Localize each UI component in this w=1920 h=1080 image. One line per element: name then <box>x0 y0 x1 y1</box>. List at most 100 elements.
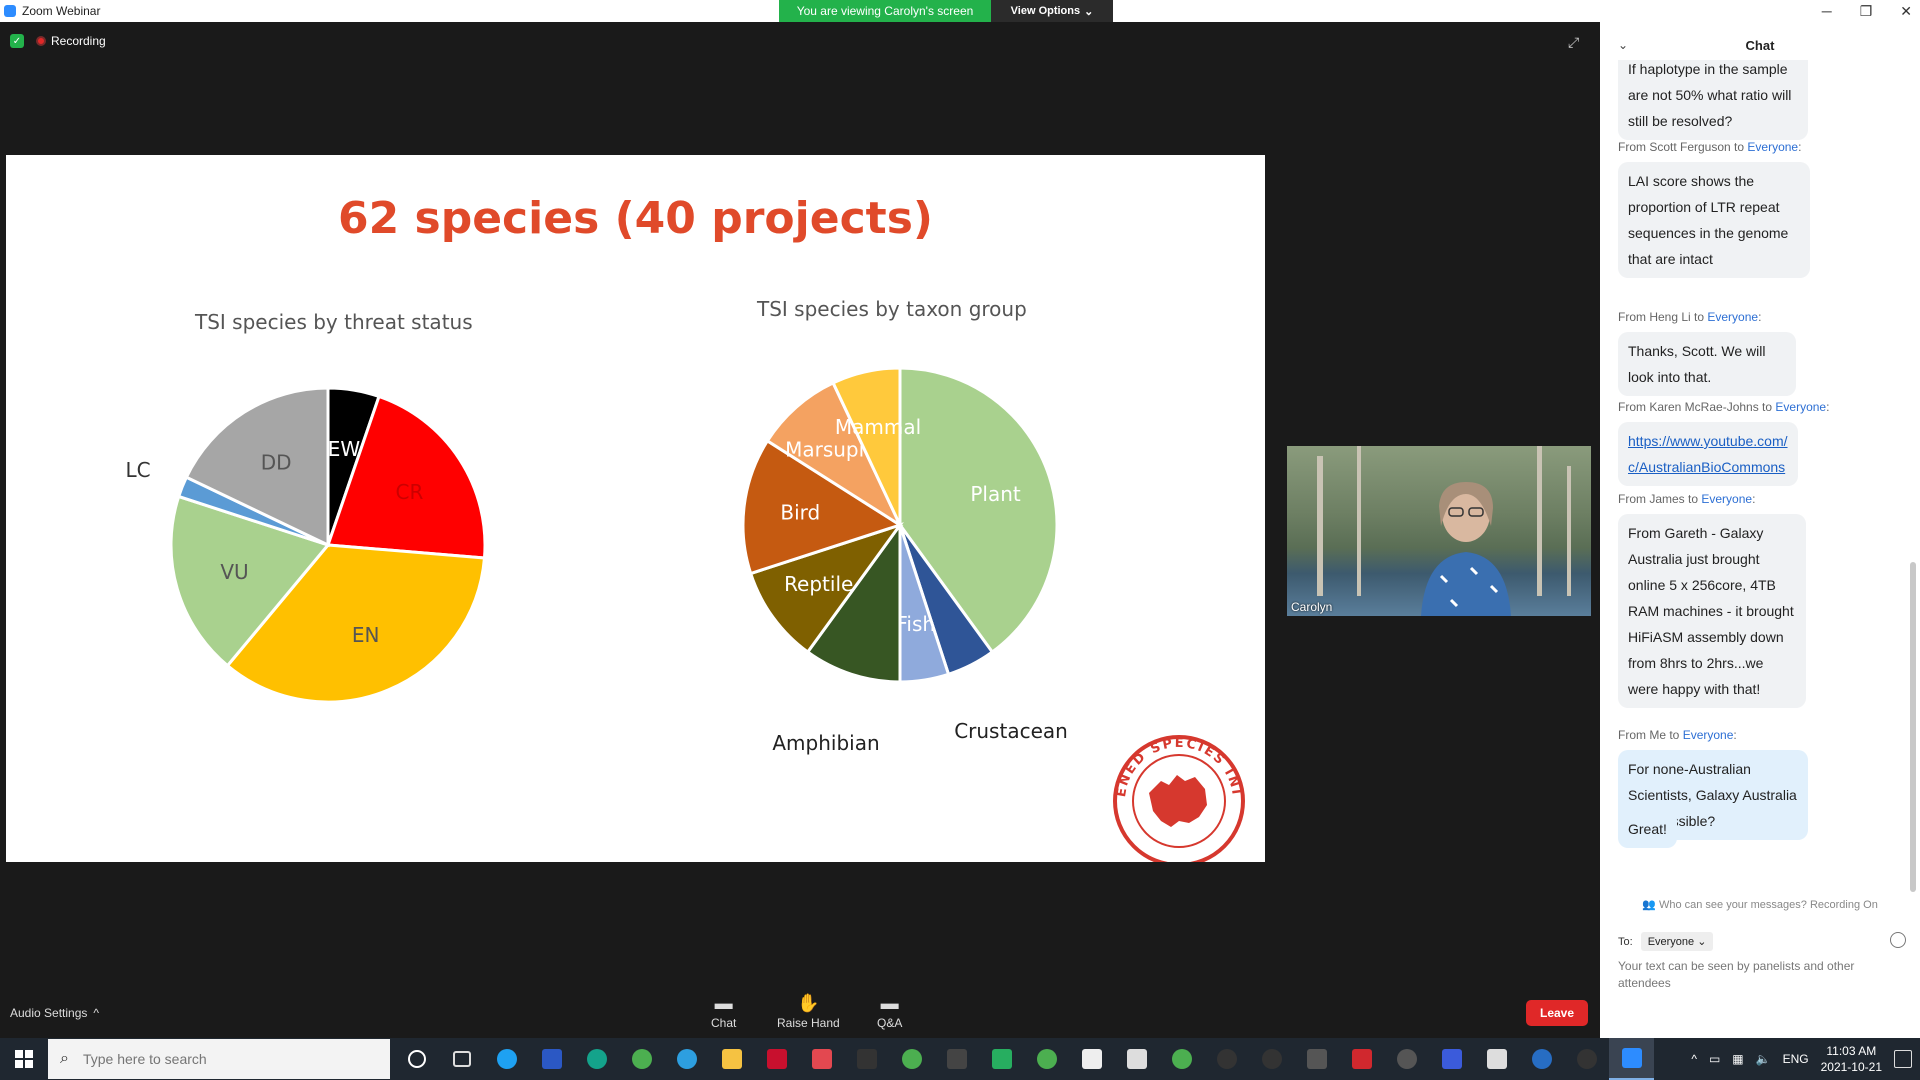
recording-label: Recording <box>51 34 106 48</box>
qa-icon: ▬ <box>880 993 899 1013</box>
audio-settings-button[interactable]: Audio Settings ^ <box>10 1006 99 1020</box>
pie-label-ew: EW <box>328 437 361 461</box>
taskbar-app-explorer[interactable] <box>709 1038 754 1080</box>
emoji-icon[interactable] <box>1890 932 1906 948</box>
github-icon <box>1576 1049 1597 1069</box>
chat-message: From Scott Ferguson to Everyone: LAI scor… <box>1618 140 1810 278</box>
chat-message-text: Great! <box>1628 821 1667 837</box>
taskbar-app-github-3[interactable] <box>1384 1038 1429 1080</box>
taskbar-app-wps[interactable] <box>1069 1038 1114 1080</box>
notification-icon[interactable] <box>1894 1050 1912 1068</box>
network-icon[interactable]: ▦ <box>1732 1052 1743 1066</box>
taskbar-search[interactable]: ⌕ <box>48 1039 390 1079</box>
start-button[interactable] <box>0 1038 48 1080</box>
chat-input-hint[interactable]: Your text can be seen by panelists and o… <box>1618 958 1898 992</box>
participant-avatar <box>1421 482 1511 616</box>
taskbar-app-chrome-2[interactable] <box>889 1038 934 1080</box>
taskbar-app-taskview[interactable] <box>439 1038 484 1080</box>
volume-icon[interactable]: 🔈 <box>1756 1052 1771 1066</box>
chat-button[interactable]: ▬ Chat <box>711 994 736 1030</box>
taskbar-app-zoom[interactable] <box>1609 1038 1654 1080</box>
browser-icon <box>1036 1049 1057 1069</box>
folder-icon <box>721 1049 742 1069</box>
fullscreen-icon[interactable]: ⤢ <box>1568 34 1579 51</box>
shield-icon[interactable]: ✓ <box>10 34 24 48</box>
recording-dot-icon <box>36 36 46 46</box>
chat-message: From James to Everyone: From Gareth - Gal… <box>1618 492 1806 708</box>
chevron-down-icon: ⌄ <box>1697 936 1707 948</box>
chat-recipient-link[interactable]: Everyone <box>1775 400 1826 414</box>
battery-icon[interactable]: ▭ <box>1709 1052 1720 1066</box>
chat-bubble: Thanks, Scott. We will look into that. <box>1618 332 1796 396</box>
taskbar-app-gu[interactable] <box>934 1038 979 1080</box>
browser-icon <box>1171 1049 1192 1069</box>
taskbar-app-chrome-3[interactable] <box>1024 1038 1069 1080</box>
restore-icon[interactable]: ❐ <box>1860 3 1873 20</box>
chat-recipient-link[interactable]: Everyone <box>1683 728 1734 742</box>
taskbar-app-globe[interactable] <box>664 1038 709 1080</box>
taskbar-app-edge[interactable] <box>574 1038 619 1080</box>
taskbar-app-chrome-4[interactable] <box>1159 1038 1204 1080</box>
chevron-up-icon[interactable]: ^ <box>1691 1052 1697 1066</box>
taskbar-app-w[interactable] <box>1294 1038 1339 1080</box>
taskbar-app-r[interactable] <box>1519 1038 1564 1080</box>
chat-sender-name: From Heng Li to <box>1618 310 1708 324</box>
github-icon <box>1261 1049 1282 1069</box>
taskbar-app-github-4[interactable] <box>1564 1038 1609 1080</box>
notes-icon <box>1126 1049 1147 1069</box>
view-options-button[interactable]: View Options ⌄ <box>991 0 1113 22</box>
pie-label-vu: VU <box>220 560 248 584</box>
chat-bubble: LAI score shows the proportion of LTR re… <box>1618 162 1810 278</box>
chevron-down-icon[interactable]: ⌄ <box>1618 38 1628 52</box>
window-title: Zoom Webinar <box>22 4 101 18</box>
taskbar-app-ie[interactable] <box>484 1038 529 1080</box>
chat-bubble: https://www.youtube.com/c/AustralianBioC… <box>1618 422 1798 486</box>
leave-button[interactable]: Leave <box>1526 1000 1588 1026</box>
recipient-dropdown[interactable]: Everyone ⌄ <box>1640 932 1714 951</box>
who-can-see-link[interactable]: 👥 Who can see your messages? Recording O… <box>1600 898 1920 911</box>
meeting-status-bar: ✓ Recording <box>10 34 106 48</box>
taskbar-app-red[interactable] <box>1339 1038 1384 1080</box>
taskbar-app-edu[interactable] <box>844 1038 889 1080</box>
taskbar-app-word[interactable] <box>979 1038 1024 1080</box>
close-icon[interactable]: ✕ <box>1900 3 1912 20</box>
qa-button[interactable]: ▬ Q&A <box>877 994 902 1030</box>
zoom-icon <box>1621 1048 1642 1068</box>
taskbar-app-github-2[interactable] <box>1249 1038 1294 1080</box>
viewing-screen-label: You are viewing Carolyn's screen <box>779 0 991 22</box>
taskbar-search-input[interactable] <box>80 1050 345 1068</box>
taskbar-app-github-1[interactable] <box>1204 1038 1249 1080</box>
chat-recipient-link[interactable]: Everyone <box>1707 310 1758 324</box>
chat-message-sender: From Heng Li to Everyone: <box>1618 310 1762 324</box>
window-controls: ─ ❐ ✕ <box>1822 0 1912 22</box>
chat-scrollbar[interactable] <box>1910 562 1916 892</box>
chat-message-text: If haplotype in the sample are not 50% w… <box>1628 61 1792 129</box>
chat-recipient-link[interactable]: Everyone <box>1747 140 1798 154</box>
minimize-icon[interactable]: ─ <box>1822 3 1832 19</box>
pie-label-cr: CR <box>396 480 424 504</box>
tsi-logo-stamp: THREATENED SPECIES INITIATIVE <box>1109 731 1245 862</box>
language-indicator[interactable]: ENG <box>1783 1052 1809 1066</box>
clock[interactable]: 11:03 AM 2021-10-21 <box>1821 1043 1882 1075</box>
participant-video[interactable]: Carolyn <box>1287 446 1591 616</box>
chat-message-list[interactable]: If haplotype in the sample are not 50% w… <box>1600 60 1920 890</box>
taskbar-app-pdf[interactable] <box>754 1038 799 1080</box>
acrobat-icon <box>811 1049 832 1069</box>
gu-icon <box>946 1049 967 1069</box>
pie-label-reptile: Reptile <box>784 572 853 596</box>
taskbar-app-calendar[interactable] <box>529 1038 574 1080</box>
clock-date: 2021-10-21 <box>1820 1060 1882 1074</box>
chat-recipient-link[interactable]: Everyone <box>1701 492 1752 506</box>
taskbar-app-acrobat[interactable] <box>799 1038 844 1080</box>
taskbar-app-notes-2[interactable] <box>1474 1038 1519 1080</box>
taskbar-app-notes[interactable] <box>1114 1038 1159 1080</box>
raise-hand-button[interactable]: ✋ Raise Hand <box>777 994 840 1030</box>
taskbar-app-chrome-1[interactable] <box>619 1038 664 1080</box>
github-icon <box>1396 1049 1417 1069</box>
task-view-button[interactable] <box>394 1038 439 1080</box>
pie-charts: EW CR EN VU LC DD Plant Crustacean Fish Amphibian… <box>125 366 1068 755</box>
chat-link[interactable]: https://www.youtube.com/c/AustralianBioC… <box>1628 433 1788 475</box>
taskbar-app-shield[interactable] <box>1429 1038 1474 1080</box>
chevron-up-icon: ^ <box>93 1006 100 1020</box>
chat-message: From Karen McRae-Johns to Everyone: https… <box>1618 400 1829 486</box>
